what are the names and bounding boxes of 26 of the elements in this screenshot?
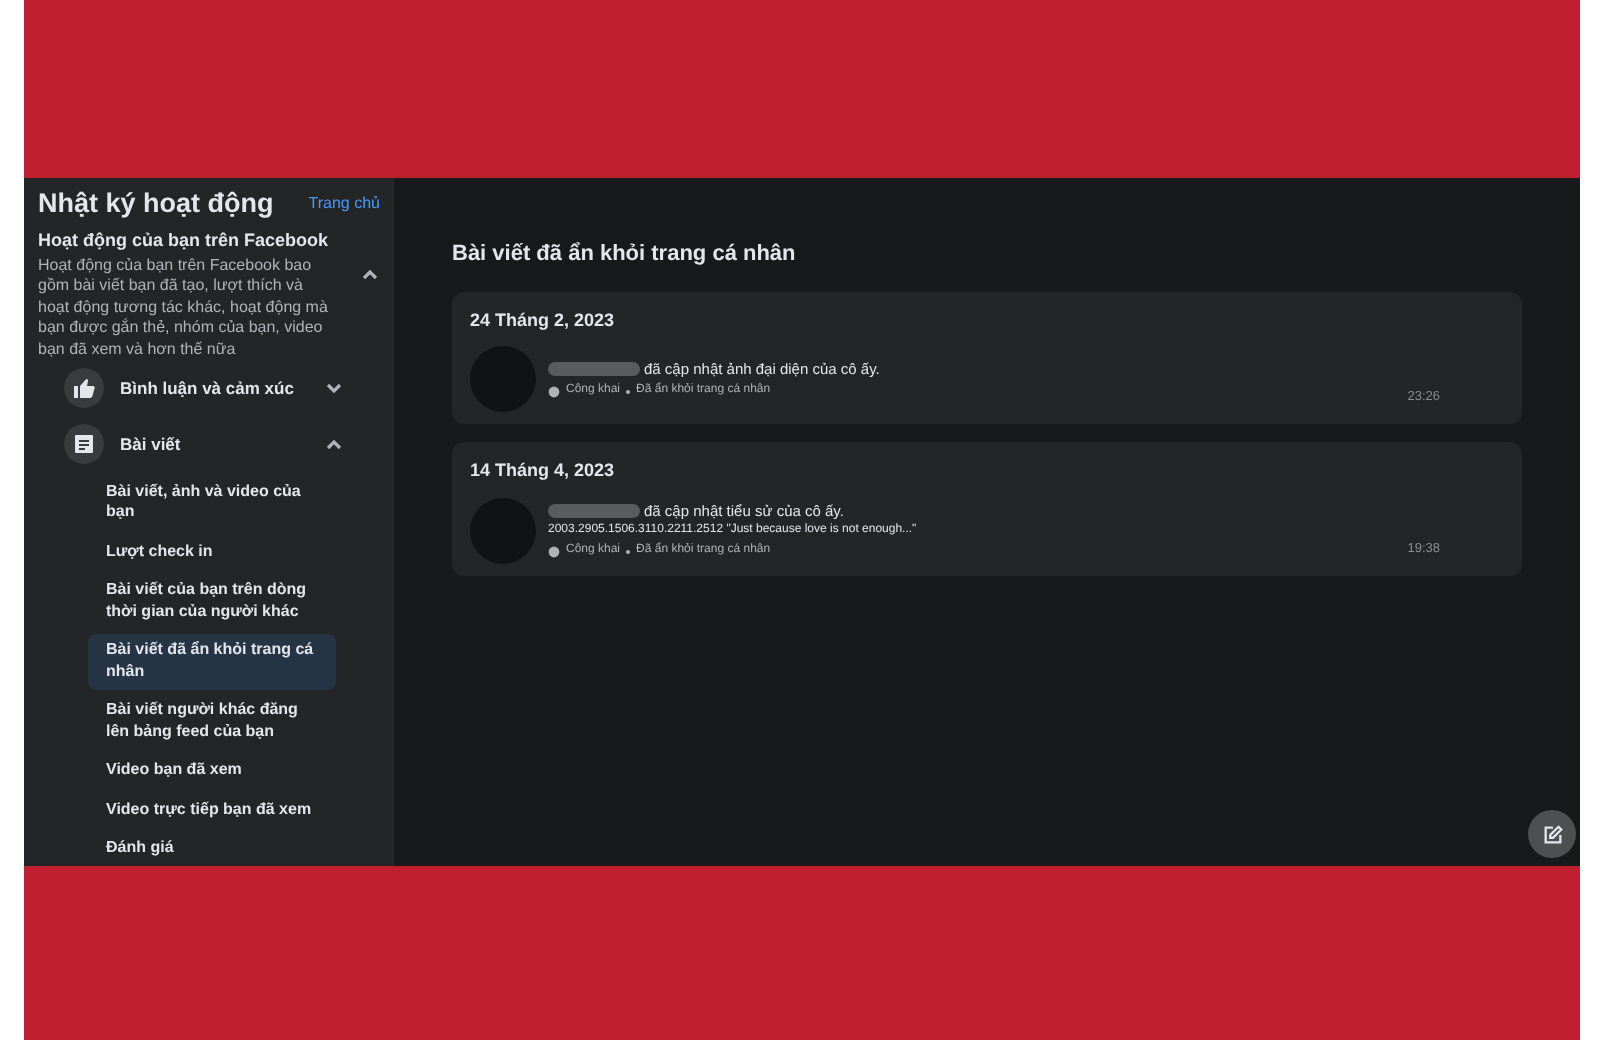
thumbs-up-icon [72,376,96,401]
subcategory-item[interactable]: Đánh giá [88,831,336,867]
subcategory-item[interactable]: Bài viết, ảnh và video của bạn [88,474,336,531]
category-item[interactable]: Bình luận và cảm xúc [38,360,380,417]
compose-button[interactable] [1528,810,1576,858]
chevron-down-icon[interactable] [324,378,344,399]
subcategory-item[interactable]: Video trực tiếp bạn đã xem [88,792,336,828]
chevron-up-icon[interactable] [360,264,380,285]
sidebar-title: Nhật ký hoạt động [38,186,274,222]
subcategory-item[interactable]: Bài viết người khác đăng lên bảng feed của bạn [88,693,336,750]
chevron-up-icon[interactable] [324,434,344,455]
subcategory-item[interactable]: Video bạn đã xem [88,753,336,789]
edit-icon [1541,823,1563,845]
section-description: Hoạt động của bạn trên Facebook bao gồm bài viết bạn đã tạo, lượt thích và hoạt động tương tác khác, hoạt động mà bạn được gắn thẻ, nhóm của bạn, video bạn đã xem và hơn thế nữa [38,255,330,361]
document-icon [72,432,96,457]
page-heading: Bài viết đã ẩn khỏi trang cá nhân [452,240,798,270]
entry-date: 24 Tháng 2, 2023 [470,307,617,334]
subcategory-item[interactable]: Lượt check in [88,534,336,570]
redacted-name-block [548,504,640,518]
redacted-name-block [548,362,640,376]
subcategory-item[interactable]: Bài viết của bạn trên dòng thời gian của người khác [88,573,336,630]
category-item[interactable]: Bài viết [38,416,380,473]
subcategory-item[interactable]: Bài viết đã ẩn khỏi trang cá nhân [88,633,336,690]
entry-date: 14 Tháng 4, 2023 [470,458,617,484]
home-link[interactable]: Trang chủ [308,192,380,217]
section-title: Hoạt động của bạn trên Facebook [38,228,331,255]
